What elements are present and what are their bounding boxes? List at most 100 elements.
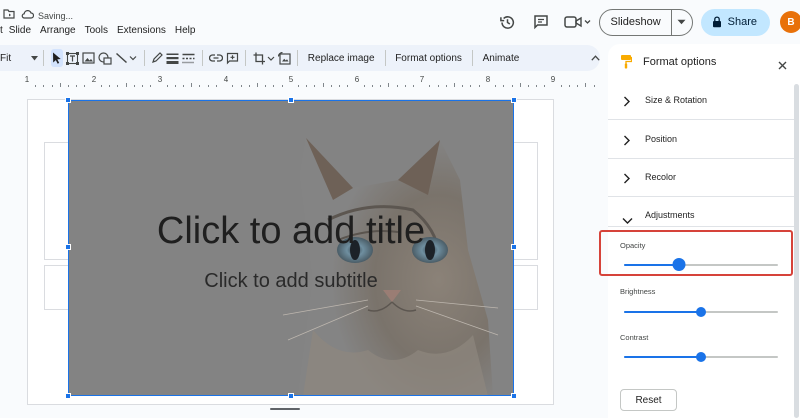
meet-icon[interactable] (563, 11, 593, 33)
ruler-number: 4 (223, 75, 229, 84)
animate-button[interactable]: Animate (478, 48, 525, 68)
ruler-tick (174, 85, 176, 87)
section-divider (608, 196, 794, 197)
ruler-tick (577, 85, 579, 87)
version-history-icon[interactable] (497, 11, 519, 33)
ruler-tick (298, 85, 299, 87)
border-color-icon[interactable] (151, 49, 163, 67)
zoom-select-label[interactable]: Fit (0, 53, 16, 64)
reset-button[interactable]: Reset (620, 389, 677, 411)
ruler-tick (141, 85, 143, 87)
resize-handle-right[interactable] (511, 244, 517, 250)
ruler-tick (68, 85, 70, 87)
title-placeholder-text[interactable]: Click to add title (68, 210, 514, 253)
ruler-tick (503, 85, 505, 87)
brightness-slider[interactable] (624, 306, 778, 318)
ruler-tick (495, 85, 497, 87)
ruler-tick (306, 85, 308, 87)
section-size-rotation[interactable]: Size & Rotation (608, 89, 800, 111)
resize-handle-top-left[interactable] (65, 97, 71, 103)
insert-link-icon[interactable] (208, 49, 223, 67)
panel-scrollbar[interactable] (794, 84, 799, 418)
reset-image-icon[interactable] (277, 49, 291, 67)
ruler-tick (109, 85, 111, 87)
contrast-label: Contrast (620, 333, 649, 342)
menu-extensions[interactable]: Extensions (117, 25, 166, 36)
ruler-tick (462, 85, 464, 87)
top-right-actions: Slideshow Share B (497, 8, 800, 36)
brightness-label: Brightness (620, 287, 656, 296)
comments-icon[interactable] (530, 11, 552, 33)
section-recolor[interactable]: Recolor (608, 166, 800, 188)
section-label: Position (645, 134, 678, 144)
section-position[interactable]: Position (608, 128, 800, 150)
contrast-slider[interactable] (624, 351, 778, 363)
ruler-tick (544, 85, 546, 87)
slideshow-button[interactable]: Slideshow (600, 9, 672, 35)
format-options-button[interactable]: Format options (390, 48, 467, 68)
toolbar-divider (43, 50, 45, 66)
ruler-tick (569, 85, 571, 87)
chevron-down-icon (677, 19, 686, 25)
ruler-tick (454, 83, 456, 87)
section-divider (608, 158, 794, 159)
slide-canvas[interactable]: Click to add title Click to add subtitle (0, 90, 607, 418)
ruler-tick (59, 83, 61, 87)
format-options-panel: Format options Size & Rotation Position … (608, 44, 800, 418)
section-adjustments[interactable]: Adjustments (608, 204, 800, 226)
share-button[interactable]: Share (700, 8, 770, 36)
ruler-number: 9 (550, 75, 556, 84)
resize-handle-bottom[interactable] (288, 393, 294, 399)
ruler-tick (363, 85, 365, 87)
section-label: Recolor (645, 172, 677, 182)
select-tool-icon[interactable] (50, 49, 64, 67)
menu-format[interactable]: t (0, 25, 3, 36)
collapse-toolbar-icon[interactable] (590, 48, 600, 68)
shape-tool-icon[interactable] (98, 49, 112, 67)
resize-handle-left[interactable] (65, 244, 71, 250)
zoom-dropdown-icon[interactable] (30, 48, 38, 68)
menu-bar: t Slide Arrange Tools Extensions Help (0, 25, 204, 36)
slider-knob[interactable] (696, 352, 706, 362)
border-dash-icon[interactable] (182, 49, 195, 67)
ruler-number: 5 (288, 75, 294, 84)
ruler-tick (43, 85, 45, 87)
chevron-right-icon (623, 171, 630, 189)
resize-handle-top-right[interactable] (511, 97, 517, 103)
menu-help[interactable]: Help (175, 25, 196, 36)
close-icon[interactable] (778, 57, 787, 75)
slideshow-dropdown-button[interactable] (672, 10, 692, 35)
resize-handle-bottom-left[interactable] (65, 393, 71, 399)
line-tool-icon[interactable] (115, 49, 137, 67)
ruler-tick (166, 85, 168, 87)
slider-fill (624, 311, 701, 313)
ruler-tick (371, 85, 373, 87)
toolbar-divider (143, 50, 145, 66)
menu-arrange[interactable]: Arrange (40, 25, 76, 36)
slider-knob[interactable] (672, 258, 686, 271)
add-comment-icon[interactable] (226, 49, 239, 67)
resize-handle-top[interactable] (288, 97, 294, 103)
menu-slide[interactable]: Slide (9, 25, 31, 36)
border-weight-icon[interactable] (166, 49, 179, 67)
insert-image-tool-icon[interactable] (82, 49, 95, 67)
ruler-tick (265, 85, 267, 87)
subtitle-placeholder-text[interactable]: Click to add subtitle (68, 270, 514, 293)
ruler-tick (150, 85, 152, 87)
toolbar-divider (297, 50, 298, 66)
move-folder-icon[interactable] (3, 9, 15, 19)
toolbar-divider (384, 50, 386, 66)
replace-image-button[interactable]: Replace image (303, 48, 380, 68)
menu-tools[interactable]: Tools (85, 25, 108, 36)
ruler-tick (339, 85, 341, 87)
opacity-slider[interactable] (624, 258, 778, 271)
resize-handle-bottom-right[interactable] (511, 393, 517, 399)
avatar[interactable]: B (780, 11, 800, 33)
text-box-tool-icon[interactable] (66, 49, 80, 67)
ruler-tick (199, 85, 201, 87)
canvas-scroll-indicator[interactable] (270, 408, 300, 410)
slider-knob[interactable] (696, 307, 706, 317)
ruler-tick (330, 85, 332, 87)
saving-status: Saving... (38, 11, 74, 21)
crop-icon[interactable] (253, 49, 275, 67)
